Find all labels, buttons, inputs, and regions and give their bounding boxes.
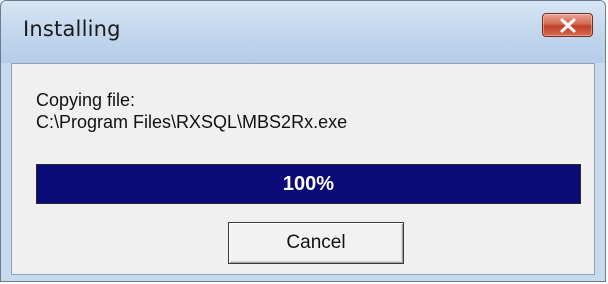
progress-bar: 100% — [36, 164, 581, 204]
title-bar[interactable]: Installing — [1, 1, 605, 63]
status-label: Copying file: — [36, 90, 136, 110]
file-path: C:\Program Files\RXSQL\MBS2Rx.exe — [36, 112, 348, 132]
cancel-button[interactable]: Cancel — [228, 222, 404, 264]
close-button[interactable] — [542, 13, 593, 37]
close-icon — [560, 18, 576, 33]
progress-percent: 100% — [282, 173, 335, 195]
dialog-content: Copying file: C:\Program Files\RXSQL\MBS… — [11, 63, 595, 275]
window-title: Installing — [23, 17, 121, 41]
installing-dialog: Installing Copying file: C:\Program File… — [0, 0, 606, 282]
